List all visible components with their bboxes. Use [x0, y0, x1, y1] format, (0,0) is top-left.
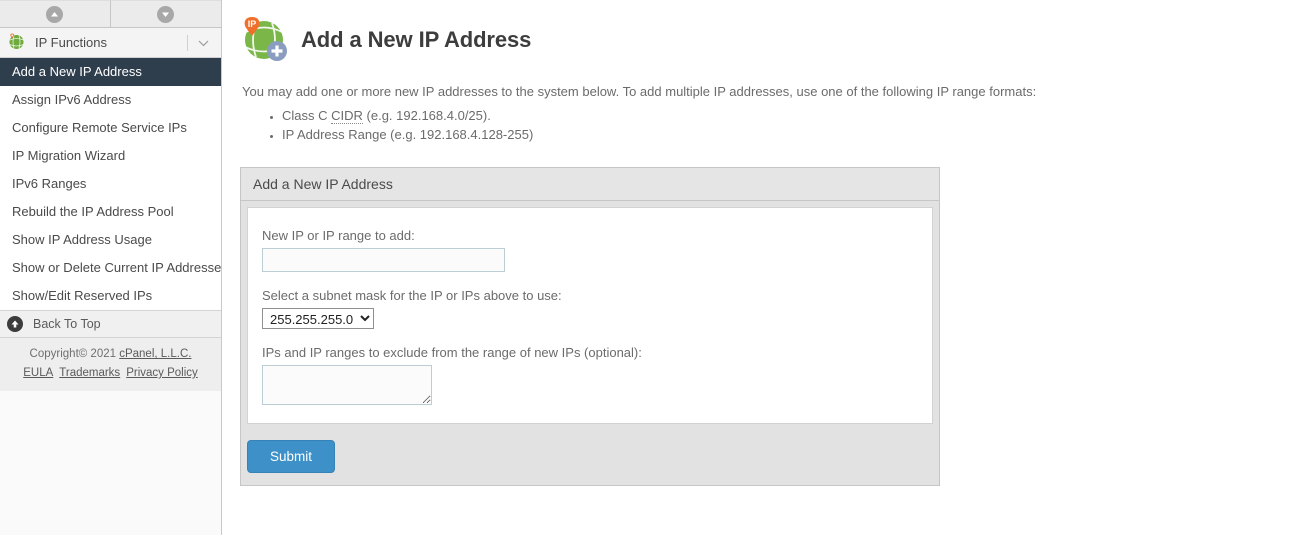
- sidebar-filler: [0, 391, 221, 535]
- subnet-field-group: Select a subnet mask for the IP or IPs a…: [262, 288, 932, 329]
- add-ip-form-panel: Add a New IP Address New IP or IP range …: [240, 167, 940, 486]
- sidebar-item-label: Show IP Address Usage: [12, 232, 152, 247]
- subnet-label: Select a subnet mask for the IP or IPs a…: [262, 288, 562, 303]
- exclude-field-group: IPs and IP ranges to exclude from the ra…: [262, 345, 932, 405]
- format-suffix: (e.g. 192.168.4.0/25).: [362, 108, 491, 123]
- sidebar-item-configure-remote-service-ips[interactable]: Configure Remote Service IPs: [0, 114, 221, 142]
- sidebar-item-label: Show/Edit Reserved IPs: [12, 288, 153, 303]
- copyright-line: Copyright© 2021 cPanel, L.L.C.: [0, 345, 221, 364]
- footer-links: EULA Trademarks Privacy Policy: [0, 364, 221, 383]
- scroll-down-button[interactable]: [110, 0, 221, 27]
- sidebar-menu: Add a New IP Address Assign IPv6 Address…: [0, 58, 221, 310]
- ip-range-formats-list: Class C CIDR (e.g. 192.168.4.0/25). IP A…: [240, 108, 1310, 142]
- back-to-top-button[interactable]: Back To Top: [0, 310, 221, 338]
- svg-text:IP: IP: [248, 19, 257, 29]
- sidebar-nav-arrows: [0, 0, 221, 28]
- new-ip-label: New IP or IP range to add:: [262, 228, 415, 243]
- exclude-ips-textarea[interactable]: [262, 365, 432, 405]
- privacy-policy-link[interactable]: Privacy Policy: [126, 367, 198, 379]
- cidr-abbr: CIDR: [331, 108, 363, 124]
- form-panel-body: New IP or IP range to add: Select a subn…: [247, 207, 933, 424]
- sidebar-item-label: IP Migration Wizard: [12, 148, 126, 163]
- sidebar-item-show-or-delete-current-ip-addresses[interactable]: Show or Delete Current IP Addresses: [0, 254, 221, 282]
- divider: [187, 34, 188, 51]
- globe-ip-plus-icon: IP: [240, 15, 288, 66]
- format-prefix: IP Address Range (e.g. 192.168.4.128-255…: [282, 127, 534, 142]
- back-to-top-label: Back To Top: [33, 317, 101, 331]
- sidebar-item-ipv6-ranges[interactable]: IPv6 Ranges: [0, 170, 221, 198]
- arrow-up-circle-icon: [7, 316, 23, 332]
- cpanel-company-link[interactable]: cPanel, L.L.C.: [119, 348, 191, 360]
- scroll-up-button[interactable]: [0, 0, 111, 27]
- new-ip-input[interactable]: [262, 248, 505, 272]
- page-title: Add a New IP Address: [301, 27, 532, 52]
- list-item: Class C CIDR (e.g. 192.168.4.0/25).: [282, 108, 1310, 124]
- trademarks-link[interactable]: Trademarks: [59, 367, 120, 379]
- sidebar-item-label: Configure Remote Service IPs: [12, 120, 187, 135]
- sidebar-item-label: Rebuild the IP Address Pool: [12, 204, 174, 219]
- page-root: IP Functions Add a New IP Address Assign…: [0, 0, 1310, 535]
- sidebar-item-label: Assign IPv6 Address: [12, 92, 132, 107]
- sidebar-item-show-ip-address-usage[interactable]: Show IP Address Usage: [0, 226, 221, 254]
- sidebar-item-label: IPv6 Ranges: [12, 176, 87, 191]
- copyright-text: Copyright© 2021: [29, 348, 120, 360]
- sidebar-item-assign-ipv6-address[interactable]: Assign IPv6 Address: [0, 86, 221, 114]
- sidebar-item-add-a-new-ip-address[interactable]: Add a New IP Address: [0, 58, 221, 86]
- sidebar-item-ip-migration-wizard[interactable]: IP Migration Wizard: [0, 142, 221, 170]
- submit-button[interactable]: Submit: [247, 440, 336, 473]
- subnet-mask-select[interactable]: 255.255.255.0: [262, 308, 374, 329]
- list-item: IP Address Range (e.g. 192.168.4.128-255…: [282, 127, 1310, 142]
- chevron-up-circle-icon: [46, 5, 64, 23]
- page-header: IP Add a New IP Address: [240, 14, 1310, 66]
- chevron-down-icon[interactable]: [198, 36, 209, 50]
- sidebar-item-rebuild-the-ip-address-pool[interactable]: Rebuild the IP Address Pool: [0, 198, 221, 226]
- new-ip-field-group: New IP or IP range to add:: [262, 228, 932, 272]
- form-panel-footer: Submit: [241, 430, 939, 485]
- chevron-down-circle-icon: [157, 5, 175, 23]
- sidebar-item-label: Show or Delete Current IP Addresses: [12, 260, 221, 275]
- globe-ip-icon: [8, 33, 25, 53]
- sidebar: IP Functions Add a New IP Address Assign…: [0, 0, 222, 535]
- eula-link[interactable]: EULA: [23, 367, 53, 379]
- form-panel-title: Add a New IP Address: [241, 168, 939, 201]
- sidebar-item-show-edit-reserved-ips[interactable]: Show/Edit Reserved IPs: [0, 282, 221, 310]
- sidebar-item-label: Add a New IP Address: [12, 64, 142, 79]
- intro-text: You may add one or more new IP addresses…: [242, 84, 1037, 99]
- exclude-label: IPs and IP ranges to exclude from the ra…: [262, 345, 642, 360]
- main-content: IP Add a New IP Address You may add one …: [222, 0, 1310, 535]
- format-prefix: Class C: [282, 108, 332, 123]
- sidebar-group-title: IP Functions: [35, 35, 108, 50]
- sidebar-group-header[interactable]: IP Functions: [0, 28, 221, 58]
- sidebar-footer: Copyright© 2021 cPanel, L.L.C. EULA Trade…: [0, 338, 221, 391]
